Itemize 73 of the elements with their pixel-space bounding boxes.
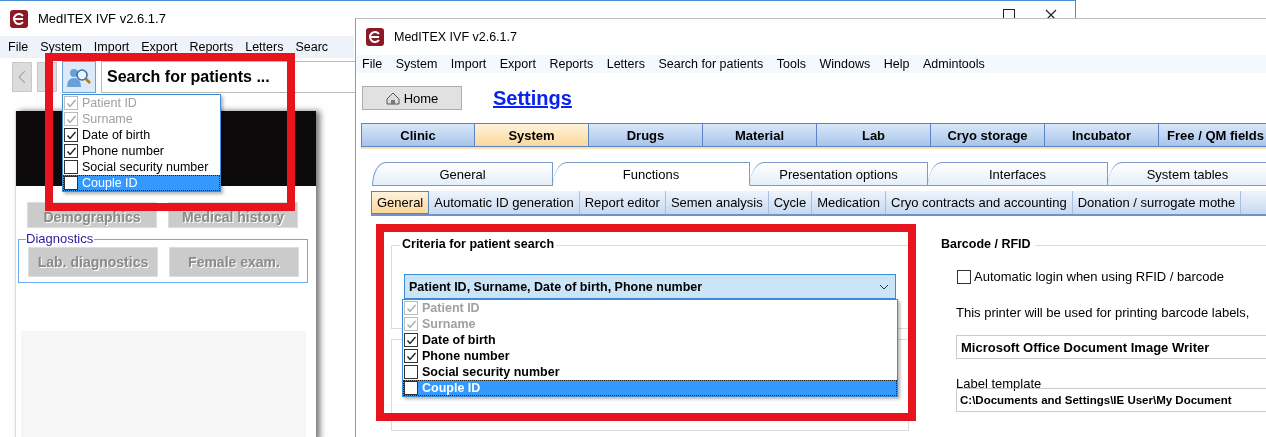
home-button[interactable]: Home: [362, 86, 462, 110]
tab[interactable]: Free / QM fields: [1159, 123, 1266, 147]
menu-item[interactable]: Admintools: [922, 57, 985, 71]
tab[interactable]: Cycle: [768, 191, 813, 214]
home-icon: [385, 91, 400, 105]
tab[interactable]: Functions: [553, 162, 750, 186]
menu-item[interactable]: Export: [499, 57, 536, 71]
menu-item[interactable]: File: [362, 57, 383, 71]
tab[interactable]: Lab: [817, 123, 931, 147]
tab[interactable]: Presentation options: [750, 162, 928, 186]
checkbox[interactable]: [404, 365, 418, 379]
tab[interactable]: Clinic: [361, 123, 475, 147]
app-logo-icon: [366, 28, 384, 46]
window-title: MedITEX IVF v2.6.1.7: [394, 30, 517, 44]
menu-item[interactable]: Letters: [606, 57, 645, 71]
menu-item[interactable]: Reports: [549, 57, 594, 71]
option-item[interactable]: Phone number: [63, 143, 220, 159]
tab[interactable]: Donation / surrogate mothe: [1072, 191, 1242, 214]
tab[interactable]: Semen analysis: [665, 191, 769, 214]
checkbox[interactable]: [404, 381, 418, 395]
tab[interactable]: System tables: [1108, 162, 1266, 186]
menu-item[interactable]: Tools: [776, 57, 807, 71]
tab[interactable]: General: [372, 162, 553, 186]
tab[interactable]: Drugs: [589, 123, 703, 147]
chevron-down-icon: [879, 283, 889, 290]
help-text: This printer will be used for printing barcode labels,: [956, 305, 1250, 320]
option-item[interactable]: Date of birth: [403, 332, 897, 348]
group-title: Diagnostics: [26, 231, 95, 246]
checkbox[interactable]: [64, 144, 78, 158]
search-button[interactable]: [62, 61, 96, 93]
checkbox[interactable]: [64, 176, 78, 190]
option-item[interactable]: Social security number: [403, 364, 897, 380]
tab[interactable]: Cryo storage: [931, 123, 1045, 147]
menu-item[interactable]: System: [395, 57, 438, 71]
checkbox[interactable]: [404, 349, 418, 363]
checkbox[interactable]: [64, 160, 78, 174]
criteria-dropdown[interactable]: Patient ID, Surname, Date of birth, Phone number: [404, 274, 896, 299]
tab[interactable]: Report editor: [579, 191, 666, 214]
option-item[interactable]: Phone number: [403, 348, 897, 364]
menu-item[interactable]: Help: [883, 57, 910, 71]
checkbox[interactable]: [404, 333, 418, 347]
group-title: Criteria for patient search: [400, 237, 557, 251]
menu-item[interactable]: Letters: [245, 40, 284, 54]
menu-item[interactable]: System: [40, 40, 82, 54]
field-label: Label template: [956, 376, 1042, 391]
window-title: MedITEX IVF v2.6.1.7: [38, 11, 166, 26]
tab[interactable]: General: [371, 191, 430, 214]
group-title: Barcode / RFID: [941, 237, 1035, 251]
menu-item[interactable]: Export: [141, 40, 178, 54]
page-title-link[interactable]: Settings: [493, 86, 572, 110]
template-field[interactable]: C:\Documents and Settings\IE User\My Document: [956, 388, 1266, 412]
tab[interactable]: Incubator: [1045, 123, 1159, 147]
checkbox[interactable]: [957, 269, 971, 284]
menu-item[interactable]: Searc: [295, 40, 329, 54]
tab[interactable]: Medication: [812, 191, 887, 214]
tab[interactable]: Automatic ID generation: [429, 191, 580, 214]
menu-item[interactable]: Search for patients: [658, 57, 764, 71]
menu-item[interactable]: Windows: [819, 57, 871, 71]
menu-item[interactable]: Reports: [189, 40, 234, 54]
search-field[interactable]: Search for patients ...: [101, 61, 357, 93]
option-item[interactable]: Social security number: [63, 159, 220, 175]
app-logo-icon: [10, 9, 28, 28]
tab[interactable]: System: [475, 123, 589, 147]
tab[interactable]: Material: [703, 123, 817, 147]
menu-item[interactable]: Import: [450, 57, 487, 71]
tab[interactable]: Interfaces: [928, 162, 1108, 186]
checkbox-label: Automatic login when using RFID / barcode: [974, 269, 1224, 284]
checkbox[interactable]: [64, 128, 78, 142]
menu-item[interactable]: File: [8, 40, 29, 54]
menu-item[interactable]: Import: [93, 40, 130, 54]
tab[interactable]: Cryo contracts and accounting: [886, 191, 1073, 214]
option-item[interactable]: Date of birth: [63, 127, 220, 143]
printer-field[interactable]: Microsoft Office Document Image Writer: [956, 335, 1266, 359]
